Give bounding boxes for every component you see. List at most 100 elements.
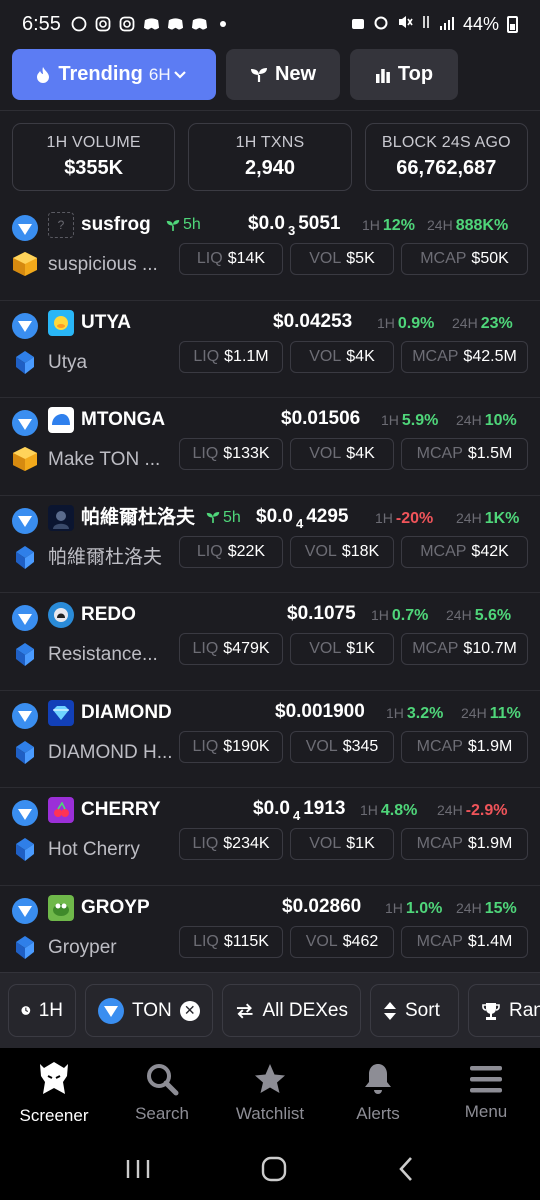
data-icon [421, 14, 431, 35]
liq-label: LIQ [196, 542, 223, 560]
change-24h-value: -2.9% [465, 802, 508, 819]
volume-pill: VOL $4K [290, 340, 394, 373]
token-row[interactable]: DIAMOND $0.001900 1H 3.2% 24H 11% DIAMOND … [0, 691, 540, 788]
vol-value: $4K [346, 445, 375, 462]
token-list: ? susfrog 5h $0.0 3 5051 1H 12% 24H 888K% su… [0, 203, 540, 983]
token-row[interactable]: REDO $0.1075 1H 0.7% 24H 5.6% Resistance..… [0, 593, 540, 691]
ton-icon [98, 997, 124, 1024]
price-prefix: $0.0 [256, 505, 293, 527]
ton-chain-icon [12, 312, 38, 339]
vol-label: VOL [309, 445, 342, 462]
stonfi-icon [16, 545, 34, 569]
price-prefix: $0.01506 [281, 408, 361, 429]
liquidity-pill: LIQ $14K [179, 243, 283, 275]
nav-search[interactable]: Search [108, 1048, 216, 1138]
vol-label: VOL [304, 542, 337, 560]
token-row[interactable]: GROYP $0.02860 1H 1.0% 24H 15% Groyper LIQ… [0, 886, 540, 984]
mcap-pill: MCAP $42K [401, 535, 528, 568]
stat-value: 66,762,687 [396, 157, 497, 179]
mcap-value: $1.5M [467, 445, 513, 462]
token-price: $0.0 4 1913 [253, 796, 346, 829]
frog-logo-icon [48, 894, 74, 921]
tab-trending[interactable]: Trending 6H [12, 49, 216, 100]
token-row[interactable]: 帕維爾杜洛夫 5h $0.0 4 4295 1H -20% 24H 1K% 帕維爾杜洛夫… [0, 496, 540, 593]
token-name: suspicious ... [48, 254, 158, 275]
change-24h-label: 24H [437, 802, 463, 818]
status-time: 6:55 [22, 12, 61, 35]
system-navigation [0, 1138, 540, 1200]
token-price: $0.1075 [287, 601, 356, 627]
dedust-box-icon [13, 252, 37, 276]
dex-filter[interactable]: All DEXes [222, 984, 361, 1037]
mcap-pill: MCAP $1.9M [401, 828, 528, 860]
change-24h: 24H 15% [456, 895, 517, 922]
token-symbol: REDO [81, 604, 136, 625]
sprout-icon [206, 512, 220, 523]
token-age: 5h [206, 505, 241, 531]
notification-icons [71, 16, 232, 33]
home-icon[interactable] [261, 1156, 287, 1182]
change-1h-value: -20% [395, 509, 434, 527]
token-name: Utya [48, 351, 88, 373]
change-24h-label: 24H [456, 899, 482, 916]
timeframe-filter[interactable]: 1H [8, 984, 76, 1037]
back-icon[interactable] [397, 1156, 415, 1182]
ton-chain-icon [12, 702, 38, 729]
ranking-tabs: Trending 6H New Top [12, 49, 458, 100]
recent-apps-icon[interactable] [125, 1158, 151, 1180]
nav-alerts[interactable]: Alerts [324, 1048, 432, 1138]
redo-logo-icon [48, 602, 74, 628]
token-name: Groyper [48, 936, 117, 958]
volume-pill: VOL $1K [290, 828, 394, 860]
chain-filter[interactable]: TON ✕ [85, 984, 213, 1037]
mcap-label: MCAP [416, 932, 463, 950]
status-bar: 6:55 44% [0, 0, 540, 48]
token-row[interactable]: UTYA $0.04253 1H 0.9% 24H 23% Utya LIQ $1.1… [0, 301, 540, 398]
menu-icon [470, 1066, 502, 1093]
sort-filter[interactable]: Sort [370, 984, 459, 1037]
token-row[interactable]: ? susfrog 5h $0.0 3 5051 1H 12% 24H 888K% su… [0, 203, 540, 301]
header-divider [0, 110, 540, 111]
stat-label: 1H VOLUME [46, 134, 141, 151]
price-prefix: $0.001900 [275, 700, 365, 722]
ton-chain-icon [12, 410, 38, 436]
volume-pill: VOL $4K [290, 438, 394, 470]
token-name: Hot Cherry [48, 839, 140, 860]
flame-icon [37, 66, 50, 83]
volume-pill: VOL $345 [290, 730, 394, 763]
nav-watchlist[interactable]: Watchlist [216, 1048, 324, 1138]
token-price: $0.02860 [282, 894, 361, 920]
lock-icon [351, 14, 365, 35]
tab-top[interactable]: Top [350, 49, 458, 100]
whatsapp-icon [71, 16, 88, 33]
nav-screener[interactable]: Screener [0, 1048, 108, 1138]
stat-volume: 1H VOLUME $355K [12, 123, 176, 191]
change-1h-label: 1H [375, 509, 393, 526]
diamond-logo-icon [48, 699, 74, 726]
token-row[interactable]: MTONGA $0.01506 1H 5.9% 24H 10% Make TON .… [0, 398, 540, 496]
change-1h: 1H -20% [375, 505, 433, 532]
discord-icon [191, 16, 208, 33]
rank-filter[interactable]: Ran [468, 984, 540, 1037]
liq-label: LIQ [192, 445, 219, 462]
change-24h: 24H -2.9% [437, 797, 507, 824]
token-name: DIAMOND H... [48, 741, 173, 763]
change-1h-label: 1H [381, 412, 399, 428]
mute-icon [397, 14, 413, 35]
token-row[interactable]: CHERRY $0.0 4 1913 1H 4.8% 24H -2.9% Hot Che… [0, 788, 540, 886]
liquidity-pill: LIQ $479K [179, 633, 283, 665]
system-status: 44% [351, 14, 518, 35]
stonfi-icon [16, 350, 34, 374]
nav-menu[interactable]: Menu [432, 1048, 540, 1138]
tab-new[interactable]: New [226, 49, 340, 100]
instagram-icon [119, 16, 136, 33]
change-1h-label: 1H [385, 899, 403, 916]
price-zero-count: 4 [295, 515, 304, 531]
change-24h: 24H 23% [452, 310, 513, 337]
vol-value: $4K [346, 347, 375, 365]
clear-chain-icon[interactable]: ✕ [179, 1000, 200, 1021]
token-symbol: GROYP [81, 896, 150, 918]
nav-watchlist-label: Watchlist [235, 1104, 305, 1123]
nav-menu-label: Menu [464, 1102, 508, 1121]
vol-label: VOL [309, 835, 342, 852]
